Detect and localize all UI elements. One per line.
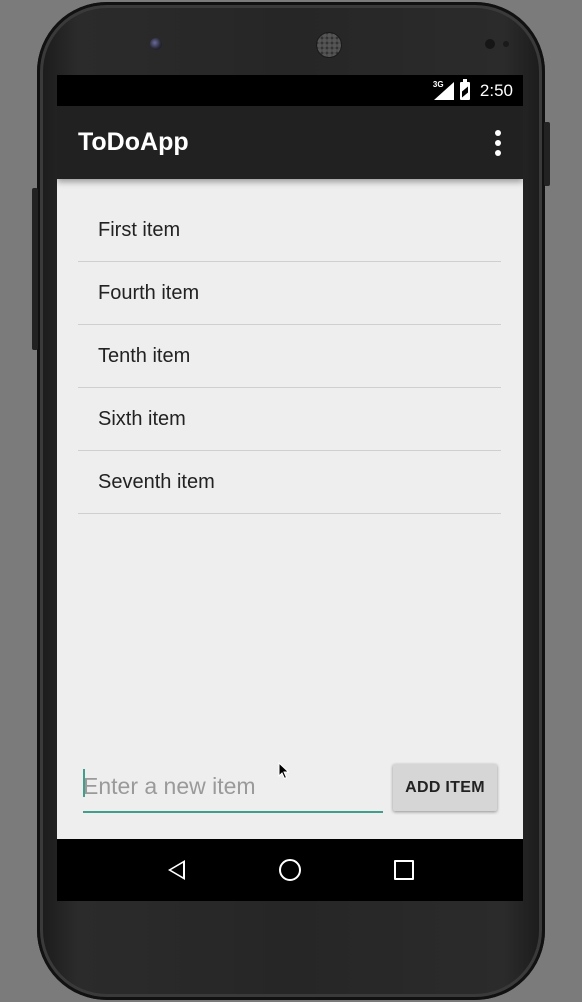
- front-camera: [150, 38, 162, 50]
- status-time: 2:50: [479, 80, 513, 100]
- signal-icon: 3G: [431, 79, 454, 100]
- status-bar: 3G 2:50: [57, 75, 523, 106]
- new-item-field-wrapper: [83, 761, 383, 813]
- back-button[interactable]: [156, 850, 196, 890]
- power-button[interactable]: [544, 122, 550, 186]
- todo-list: First item Fourth item Tenth item Sixth …: [78, 179, 501, 514]
- add-item-button[interactable]: ADD ITEM: [393, 764, 497, 811]
- new-item-input[interactable]: [83, 772, 383, 800]
- back-icon: [167, 860, 185, 880]
- navigation-bar: [57, 839, 523, 901]
- home-icon: [279, 859, 301, 881]
- list-item[interactable]: Fourth item: [78, 262, 501, 325]
- recent-apps-icon: [394, 860, 414, 880]
- battery-charging-icon: [459, 78, 470, 100]
- list-item[interactable]: Tenth item: [78, 325, 501, 388]
- app-bar: ToDoApp: [57, 106, 523, 179]
- earpiece-speaker: [316, 32, 342, 58]
- list-item[interactable]: First item: [78, 179, 501, 262]
- more-vert-icon[interactable]: [494, 129, 502, 156]
- app-title: ToDoApp: [78, 128, 189, 156]
- proximity-sensor: [485, 39, 495, 49]
- list-item[interactable]: Sixth item: [78, 388, 501, 451]
- text-cursor: [83, 769, 85, 797]
- light-sensor: [503, 41, 509, 47]
- volume-rocker[interactable]: [32, 188, 38, 350]
- recent-apps-button[interactable]: [384, 850, 424, 890]
- screen: 3G 2:50 ToDoApp First item Fourth item T…: [57, 75, 523, 901]
- home-button[interactable]: [270, 850, 310, 890]
- list-item[interactable]: Seventh item: [78, 451, 501, 514]
- network-type-label: 3G: [431, 79, 445, 89]
